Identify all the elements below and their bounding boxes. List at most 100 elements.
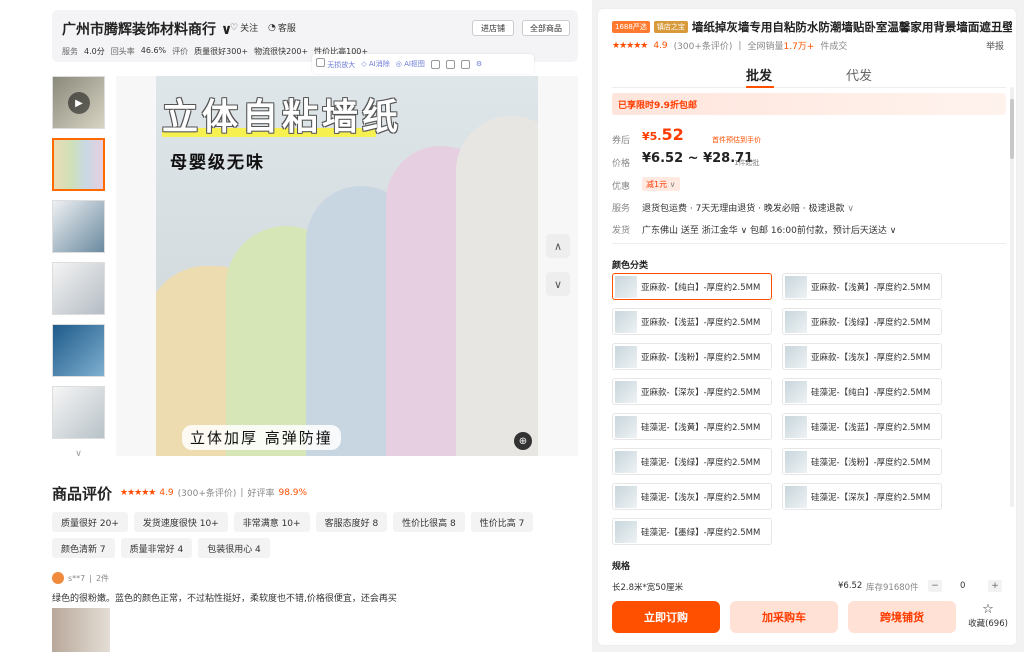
review-tag[interactable]: 性价比很高 8 (393, 512, 465, 532)
quantity-decrease-button[interactable]: − (928, 580, 942, 592)
quantity-input[interactable]: 0 (960, 581, 965, 591)
coupon-note: 首件预估到手价 (712, 136, 761, 144)
next-image-button[interactable]: ∨ (546, 272, 570, 296)
variant-option[interactable]: 亚麻款-【浅绿】-厚度约2.5MM (782, 308, 942, 335)
action-bar: 立即订购 加采购车 跨境铺货 ☆ 收藏(696) (598, 593, 1016, 645)
variant-thumb (615, 380, 637, 403)
chevron-up-icon: ∧ (553, 239, 563, 253)
variant-thumb (785, 450, 807, 473)
variant-option[interactable]: 亚麻款-【浅黄】-厚度约2.5MM (782, 273, 942, 300)
variant-option[interactable]: 亚麻款-【浅灰】-厚度约2.5MM (782, 343, 942, 370)
variant-option[interactable]: 硅藻泥-【浅灰】-厚度约2.5MM (612, 483, 772, 510)
variant-thumb (615, 310, 637, 333)
follow-button[interactable]: ♡ 关注 (230, 21, 258, 35)
variant-option[interactable]: 硅藻泥-【浅绿】-厚度约2.5MM (612, 448, 772, 475)
thumbnail[interactable] (52, 262, 105, 315)
variant-option[interactable]: 硅藻泥-【纯白】-厚度约2.5MM (782, 378, 942, 405)
variant-option[interactable]: 亚麻款-【浅蓝】-厚度约2.5MM (612, 308, 772, 335)
all-products-button[interactable]: 全部商品 (522, 20, 570, 36)
variant-option[interactable]: 亚麻款-【深灰】-厚度约2.5MM (612, 378, 772, 405)
variant-thumb (785, 380, 807, 403)
color-section-label: 颜色分类 (612, 261, 649, 271)
main-product-image: 立体自粘墙纸 母婴级无味 立体加厚 高弹防撞 ⊕ (116, 76, 578, 456)
variant-option[interactable]: 硅藻泥-【深灰】-厚度约2.5MM (782, 483, 942, 510)
store-name[interactable]: 广州市腾辉装饰材料商行 ∨ (62, 19, 232, 39)
variant-option[interactable]: 硅藻泥-【墨绿】-厚度约2.5MM (612, 518, 772, 545)
review-tag[interactable]: 质量非常好 4 (120, 538, 193, 558)
chevron-down-icon: ∨ (847, 204, 854, 214)
ai-erase-tool[interactable]: ◇ AI消除 (361, 59, 389, 69)
thumbnail-video[interactable]: ▶ (52, 76, 105, 129)
variant-thumb (615, 415, 637, 438)
thumbnail[interactable] (52, 386, 105, 439)
ship-label: 发货 (612, 226, 631, 236)
ship-text[interactable]: 广东佛山 送至 浙江金华 ∨ 包邮 16:00前付款，预计后天送达 ∨ (642, 223, 896, 236)
service-text[interactable]: 退货包运费 · 7天无理由退货 · 晚发必赔 · 极速退款 ∨ (642, 201, 854, 214)
badge-shop-treasure: 镇店之宝 (653, 21, 688, 33)
service-label: 服务 (612, 204, 631, 214)
thumbnail-active[interactable] (52, 138, 105, 191)
prev-image-button[interactable]: ∧ (546, 234, 570, 258)
discount-label: 优惠 (612, 182, 631, 192)
variant-option[interactable]: 硅藻泥-【浅蓝】-厚度约2.5MM (782, 413, 942, 440)
review-image[interactable] (52, 608, 110, 652)
variant-option[interactable]: 硅藻泥-【浅黄】-厚度约2.5MM (612, 413, 772, 440)
review-tag[interactable]: 非常满意 10+ (233, 512, 310, 532)
tab-dropship[interactable]: 代发 (846, 65, 872, 84)
hero-bottom-text: 立体加厚 高弹防撞 (182, 425, 341, 450)
star-outline-icon: ☆ (982, 602, 994, 617)
variant-thumb (615, 450, 637, 473)
product-title: 1688严选 镇店之宝 墙纸掉灰墙专用自粘防水防潮墙贴卧室温馨家用背景墙面遮丑壁… (612, 19, 1012, 35)
promo-banner: 已享限时9.9折包邮 (612, 93, 1006, 115)
copy-icon[interactable] (430, 59, 440, 69)
enter-shop-button[interactable]: 进店铺 (472, 20, 514, 36)
upscale-tool[interactable]: 无损放大 (316, 58, 355, 70)
star-rating-icon: ★★★★★ (612, 40, 648, 51)
thumbnail[interactable] (52, 324, 105, 377)
variant-thumb (615, 345, 637, 368)
buy-now-button[interactable]: 立即订购 (612, 601, 720, 633)
review-tag[interactable]: 发货速度很快 10+ (133, 512, 228, 532)
price-label: 价格 (612, 159, 631, 169)
variant-thumb (785, 275, 807, 298)
review-tags: 质量很好 20+ 发货速度很快 10+ 非常满意 10+ 客服态度好 8 性价比… (52, 512, 572, 558)
coupon-label: 券后 (612, 136, 631, 146)
report-link[interactable]: 举报 (986, 39, 1004, 52)
review-text: 绿色的很粉嫩。蓝色的颜色正常，不过粘性挺好，柔软度也不错,价格很便宜，还会再买 (52, 594, 397, 604)
review-tag[interactable]: 包装很用心 4 (198, 538, 270, 558)
image-icon (316, 58, 325, 67)
variant-option[interactable]: 亚麻款-【纯白】-厚度约2.5MM (612, 273, 772, 300)
spec-price: ¥6.52 (838, 581, 863, 591)
favorite-button[interactable]: ☆ 收藏(696) (964, 602, 1012, 630)
chevron-down-icon: ∨ (669, 179, 676, 189)
star-rating-icon: ★★★★★ (120, 487, 156, 498)
crop-icon[interactable] (445, 59, 455, 69)
ai-cutout-tool[interactable]: ◎ AI抠图 (396, 59, 425, 69)
settings-icon[interactable]: ⚙ (476, 60, 482, 68)
review-tag[interactable]: 质量很好 20+ (52, 512, 128, 532)
wallpaper-roll (456, 116, 538, 456)
chevron-down-icon: ∨ (553, 277, 563, 291)
quantity-increase-button[interactable]: + (988, 580, 1002, 592)
discount-chip[interactable]: 减1元 ∨ (642, 177, 680, 191)
variant-thumb (615, 485, 637, 508)
scrollbar-thumb[interactable] (1010, 99, 1014, 159)
thumbnail[interactable] (52, 200, 105, 253)
download-icon[interactable] (460, 59, 470, 69)
variant-option[interactable]: 亚麻款-【浅粉】-厚度约2.5MM (612, 343, 772, 370)
heart-icon: ♡ (230, 22, 239, 33)
tab-wholesale[interactable]: 批发 (746, 65, 772, 84)
review-tag[interactable]: 客服态度好 8 (315, 512, 388, 532)
left-column: 广州市腾辉装饰材料商行 ∨ ♡ 关注 ◔ 客服 进店铺 全部商品 服务 4.0分 回头… (0, 0, 592, 652)
review-tag[interactable]: 性价比高 7 (470, 512, 534, 532)
chevron-down-icon[interactable]: ∨ (52, 448, 105, 460)
variant-option[interactable]: 硅藻泥-【浅粉】-厚度约2.5MM (782, 448, 942, 475)
review-tag[interactable]: 颜色清新 7 (52, 538, 115, 558)
service-button[interactable]: ◔ 客服 (268, 21, 296, 35)
add-to-cart-button[interactable]: 加采购车 (730, 601, 838, 633)
divider (612, 243, 1006, 244)
cross-border-button[interactable]: 跨境铺货 (848, 601, 956, 633)
mode-tabs: 批发 代发 (598, 65, 1016, 89)
hero-title: 立体自粘墙纸 (162, 97, 403, 138)
image-search-icon[interactable]: ⊕ (514, 432, 532, 450)
